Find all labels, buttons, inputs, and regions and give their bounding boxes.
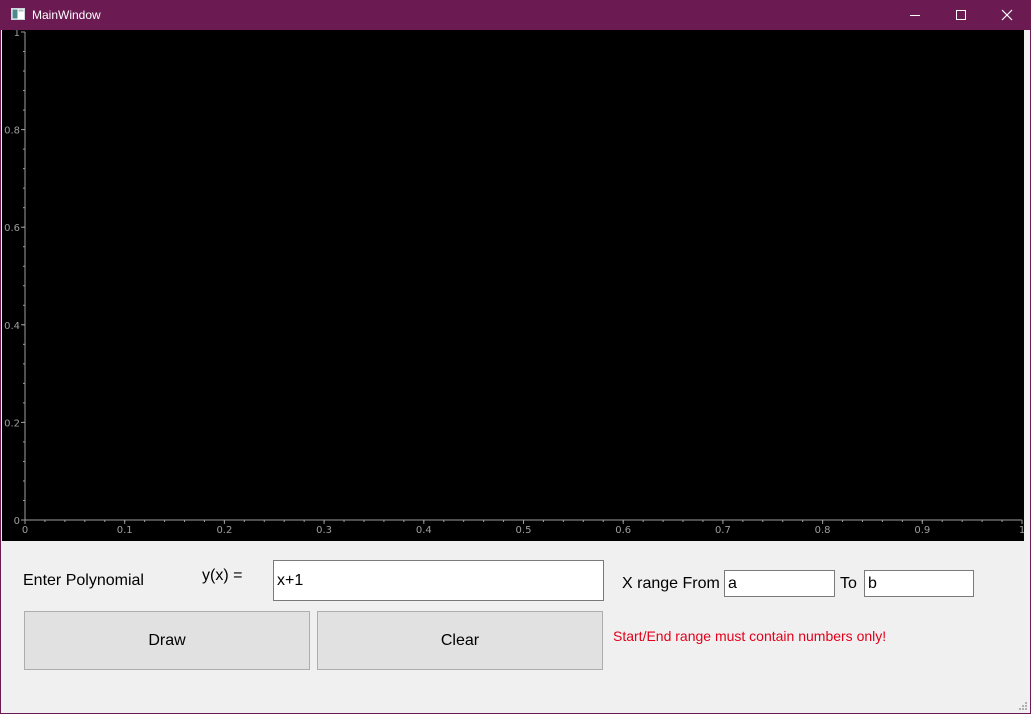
maximize-button[interactable] <box>938 0 984 30</box>
maximize-icon <box>956 10 966 20</box>
x-tick-label: 0.7 <box>715 525 731 536</box>
x-range-from-label: X range From <box>622 575 720 592</box>
x-tick-label: 0.1 <box>117 525 133 536</box>
x-tick-label: 0.6 <box>615 525 631 536</box>
plot-canvas: 0 0.1 0.2 0.3 0.4 0.5 0.6 0.7 0.8 0.9 1 0 0.2 0.4 0.6 0… <box>4 30 1024 536</box>
title-bar[interactable]: MainWindow <box>1 0 1031 30</box>
plot-area[interactable]: 0 0.1 0.2 0.3 0.4 0.5 0.6 0.7 0.8 0.9 1 0 0.2 0.4 0.6 0… <box>2 30 1024 541</box>
minimize-button[interactable] <box>892 0 938 30</box>
x-tick-label: 0.5 <box>516 525 532 536</box>
close-icon <box>1001 9 1013 21</box>
x-tick-label: 0.8 <box>815 525 831 536</box>
draw-button[interactable]: Draw <box>24 611 310 670</box>
range-to-input[interactable] <box>864 570 974 597</box>
main-window: MainWindow 0 0.1 0.2 0.3 0.4 0.5 0.6 0.7 0.8 0.9 1… <box>0 0 1031 714</box>
polynomial-input[interactable] <box>273 560 604 601</box>
x-tick-label: 0.9 <box>914 525 930 536</box>
yx-label: y(x) = <box>202 567 243 584</box>
y-tick-label: 0.8 <box>4 126 20 137</box>
x-tick-label: 0 <box>22 525 28 536</box>
close-button[interactable] <box>984 0 1030 30</box>
x-tick-label: 1 <box>1019 525 1024 536</box>
enter-polynomial-label: Enter Polynomial <box>23 572 144 589</box>
clear-button[interactable]: Clear <box>317 611 603 670</box>
y-tick-label: 0 <box>14 516 20 527</box>
y-tick-label: 1 <box>14 30 20 39</box>
y-tick-label: 0.6 <box>4 223 20 234</box>
error-message: Start/End range must contain numbers onl… <box>613 628 887 644</box>
app-window-icon <box>11 8 25 20</box>
y-tick-label: 0.4 <box>4 321 20 332</box>
window-title: MainWindow <box>32 8 101 22</box>
resize-grip-icon[interactable] <box>1018 701 1028 711</box>
to-label: To <box>840 575 857 592</box>
x-tick-label: 0.2 <box>216 525 232 536</box>
minimize-icon <box>910 15 920 16</box>
range-from-input[interactable] <box>724 570 835 597</box>
y-tick-label: 0.2 <box>4 418 20 429</box>
x-tick-label: 0.3 <box>316 525 332 536</box>
x-tick-label: 0.4 <box>416 525 432 536</box>
